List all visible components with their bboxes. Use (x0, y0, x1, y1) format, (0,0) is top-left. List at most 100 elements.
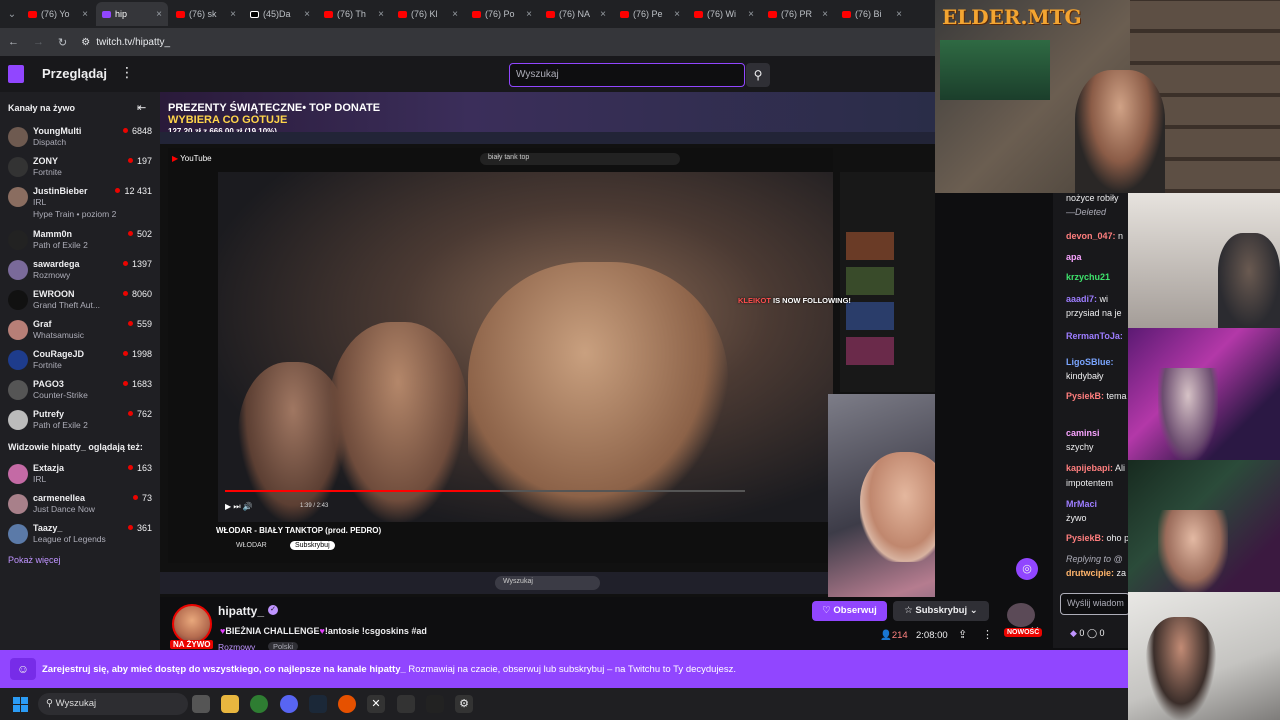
points-icon[interactable]: ◯ (1087, 628, 1100, 638)
tab-close-icon[interactable]: × (674, 9, 680, 20)
chat-username[interactable]: PysiekB: (1066, 533, 1104, 543)
channel-name[interactable]: hipatty_ (218, 604, 264, 618)
file-explorer-icon[interactable] (221, 695, 239, 713)
sidebar-channel[interactable]: PAGO3 Counter-Strike 1683 (0, 376, 160, 406)
task-view-icon[interactable] (192, 695, 210, 713)
sidebar-channel[interactable]: JustinBieber IRL 12 431 Hype Train • poziom… (0, 183, 160, 219)
channel-points-icon[interactable]: ◎ (1016, 558, 1038, 580)
tab-close-icon[interactable]: × (600, 9, 606, 20)
app-icon[interactable] (338, 695, 356, 713)
tab-close-icon[interactable]: × (526, 9, 532, 20)
browser-tab[interactable]: (76) NA × (540, 2, 612, 26)
tab-close-icon[interactable]: × (304, 9, 310, 20)
channel-name: carmenellea (33, 493, 86, 503)
show-more-link[interactable]: Pokaż więcej (8, 555, 61, 565)
more-options-icon[interactable]: ⋮ (982, 628, 993, 641)
channel-name: Graf (33, 319, 52, 329)
sidebar-channel[interactable]: Putrefy Path of Exile 2 762 (0, 406, 160, 436)
tab-close-icon[interactable]: × (822, 9, 828, 20)
sidebar-channel[interactable]: EWROON Grand Theft Aut... 8060 (0, 286, 160, 316)
tab-close-icon[interactable]: × (156, 9, 162, 20)
sidebar-channel[interactable]: CouRageJD Fortnite 1998 (0, 346, 160, 376)
chat-username[interactable]: kapijebapi: (1066, 463, 1113, 473)
tab-close-icon[interactable]: × (230, 9, 236, 20)
back-icon[interactable]: ← (8, 36, 19, 48)
taskbar-search[interactable]: ⚲ Wyszukaj (38, 693, 188, 715)
points-count: 0 (1099, 628, 1105, 638)
sidebar-channel[interactable]: carmenellea Just Dance Now 73 (0, 490, 160, 520)
video-player[interactable]: PREZENTY ŚWIĄTECZNE• TOP DONATE WYBIERA … (160, 92, 935, 597)
browser-tab[interactable]: (45)Da × (244, 2, 316, 26)
search-input[interactable]: Wyszukaj (509, 63, 745, 87)
terminal-icon[interactable]: ✕ (367, 695, 385, 713)
viewer-count: 1998 (123, 349, 152, 359)
settings-icon[interactable]: ⚙ (455, 695, 473, 713)
tab-favicon-icon (102, 10, 111, 18)
tab-search-icon[interactable]: ⌄ (4, 9, 20, 20)
windows-start-icon[interactable] (13, 697, 28, 712)
chat-username[interactable]: drutwcipie: (1066, 568, 1114, 578)
chat-username[interactable]: PysiekB: (1066, 391, 1104, 401)
sidebar-channel[interactable]: ZONY Fortnite 197 (0, 153, 160, 183)
browser-tab[interactable]: (76) Po × (466, 2, 538, 26)
steam-icon[interactable] (309, 695, 327, 713)
sidebar-channel[interactable]: sawardega Rozmowy 1397 (0, 256, 160, 286)
tab-close-icon[interactable]: × (748, 9, 754, 20)
browser-tab[interactable]: (76) Bi × (836, 2, 908, 26)
aquarium (940, 40, 1050, 100)
browser-tab[interactable]: (76) Kl × (392, 2, 464, 26)
tab-close-icon[interactable]: × (378, 9, 384, 20)
tab-label: (76) Kl (411, 9, 438, 19)
signup-bold-text: Zarejestruj się, aby mieć dostęp do wszy… (42, 664, 406, 675)
channel-game: Rozmowy (33, 270, 71, 280)
reload-icon[interactable]: ↻ (58, 36, 67, 49)
star-icon: ☆ (904, 605, 916, 616)
sidebar-channel[interactable]: Graf Whatsamusic 559 (0, 316, 160, 346)
tab-close-icon[interactable]: × (452, 9, 458, 20)
chat-username[interactable]: caminsi (1066, 428, 1100, 438)
sidebar-channel[interactable]: Mamm0n Path of Exile 2 502 (0, 226, 160, 256)
obs-icon[interactable] (426, 695, 444, 713)
follow-button[interactable]: ♡ Obserwuj (812, 601, 887, 621)
stream-title: ♥BIEŻNIA CHALLENGE♥!antosie !csgoskins #… (220, 626, 427, 636)
browser-tab[interactable]: (76) Wi × (688, 2, 760, 26)
collapse-sidebar-icon[interactable]: ⇤ (137, 101, 146, 114)
more-menu-icon[interactable]: ⋮ (120, 64, 134, 81)
chat-username[interactable]: LigoSBlue: (1066, 357, 1114, 367)
browser-tab[interactable]: (76) sk × (170, 2, 242, 26)
tab-close-icon[interactable]: × (896, 9, 902, 20)
capture-icon[interactable] (397, 695, 415, 713)
new-feature-avatar[interactable] (1007, 603, 1035, 627)
sidebar-channel[interactable]: YoungMulti Dispatch 6848 (0, 123, 160, 153)
tab-label: (76) Wi (707, 9, 736, 19)
browser-tab[interactable]: (76) Pe × (614, 2, 686, 26)
search-icon[interactable]: ⚲ (746, 63, 770, 87)
browse-link[interactable]: Przeglądaj (42, 66, 107, 81)
viewer-count: 12 431 (115, 186, 152, 196)
channel-avatar (8, 380, 28, 400)
site-info-icon[interactable]: ⚙ (81, 37, 90, 48)
chat-username[interactable]: aaadi7: (1066, 294, 1097, 304)
bits-icon[interactable]: ◆ (1070, 628, 1079, 638)
chat-username[interactable]: krzychu21 (1066, 272, 1110, 282)
chat-username[interactable]: RermanToJa: (1066, 331, 1123, 341)
chrome-icon[interactable] (250, 695, 268, 713)
chat-username[interactable]: MrMaci (1066, 499, 1097, 509)
sidebar-channel[interactable]: Extazja IRL 163 (0, 460, 160, 490)
share-icon[interactable]: ⇪ (958, 628, 967, 641)
browser-tab[interactable]: hip × (96, 2, 168, 26)
sidebar-channel[interactable]: Taazy_ League of Legends 361 (0, 520, 160, 550)
chat-username[interactable]: devon_047: (1066, 231, 1116, 241)
forward-icon[interactable]: → (33, 36, 44, 48)
browser-tab[interactable]: (76) Th × (318, 2, 390, 26)
twitch-logo-icon[interactable] (8, 65, 24, 83)
chat-input[interactable]: Wyślij wiadom (1060, 593, 1130, 615)
discord-icon[interactable] (280, 695, 298, 713)
chat-username[interactable]: apa (1066, 252, 1082, 262)
browser-tab[interactable]: (76) Yo × (22, 2, 94, 26)
channel-avatar[interactable] (172, 604, 212, 644)
subscribe-button[interactable]: ☆ Subskrybuj ⌄ (893, 601, 989, 621)
url-field[interactable]: ⚙ twitch.tv/hipatty_ (81, 37, 170, 48)
browser-tab[interactable]: (76) PR × (762, 2, 834, 26)
tab-close-icon[interactable]: × (82, 9, 88, 20)
